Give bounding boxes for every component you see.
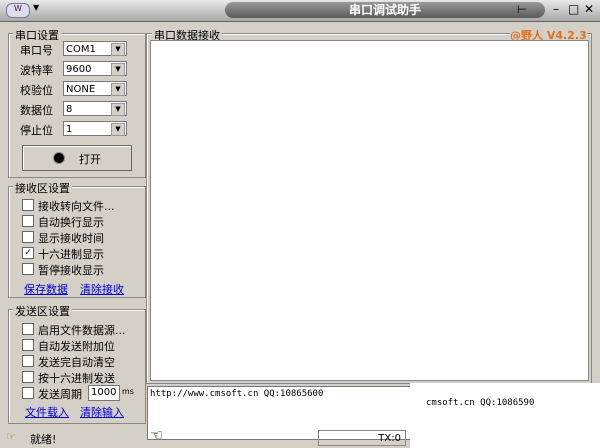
- load-file-link[interactable]: 文件载入: [25, 404, 69, 420]
- serial-row-select[interactable]: 8 ▼: [63, 101, 127, 116]
- checkbox-label: 启用文件数据源...: [38, 324, 126, 337]
- serial-row-select[interactable]: NONE ▼: [63, 81, 127, 96]
- checkbox[interactable]: [22, 231, 34, 243]
- receive-settings-title: 接收区设置: [13, 180, 72, 196]
- checkbox-label: 发送完自动清空: [38, 356, 115, 369]
- checkbox-label: 暂停接收显示: [38, 264, 104, 277]
- serial-row-select[interactable]: COM1 ▼: [63, 41, 127, 56]
- checkbox-label: 十六进制显示: [38, 248, 104, 261]
- checkbox-label: 自动发送附加位: [38, 340, 115, 353]
- chevron-down-icon: ▼: [111, 123, 125, 136]
- checkbox-label: 接收转向文件...: [38, 200, 115, 213]
- checkbox[interactable]: [22, 215, 34, 227]
- tx-counter: TX:0: [318, 430, 406, 446]
- checkbox[interactable]: [22, 355, 34, 367]
- checkbox[interactable]: ✓: [22, 247, 34, 259]
- receive-textarea[interactable]: [150, 40, 589, 381]
- chevron-down-icon: ▼: [111, 83, 125, 96]
- serial-row-label: 停止位: [20, 124, 53, 137]
- serial-settings-title: 串口设置: [13, 27, 61, 43]
- select-value: 9600: [66, 64, 92, 75]
- select-value: 1: [66, 124, 73, 135]
- app-menu-icon[interactable]: W: [6, 3, 30, 18]
- select-value: NONE: [66, 84, 96, 95]
- open-label: 打开: [79, 153, 101, 166]
- hand-pointer-icon: ☜: [150, 426, 164, 444]
- checkbox[interactable]: [22, 199, 34, 211]
- pin-icon[interactable]: ⊢: [517, 3, 527, 16]
- window-title: 串口调试助手: [225, 2, 545, 18]
- period-label: 发送周期: [38, 388, 82, 401]
- clear-input-link[interactable]: 清除输入: [80, 404, 124, 420]
- save-data-link[interactable]: 保存数据: [24, 281, 68, 297]
- period-input[interactable]: 1000: [88, 385, 120, 401]
- overlay-text: cmsoft.cn QQ:1086590: [426, 398, 535, 408]
- minimize-button[interactable]: –: [553, 2, 559, 16]
- serial-row-select[interactable]: 1 ▼: [63, 121, 127, 136]
- serial-row-label: 校验位: [20, 84, 53, 97]
- checkbox[interactable]: [22, 371, 34, 383]
- checkbox[interactable]: [22, 339, 34, 351]
- checkbox-label: 按十六进制发送: [38, 372, 115, 385]
- select-value: 8: [66, 104, 73, 115]
- overlay-patch: cmsoft.cn QQ:1086590: [410, 383, 600, 448]
- close-button[interactable]: ✕: [584, 2, 594, 16]
- checkbox-label: 自动换行显示: [38, 216, 104, 229]
- period-checkbox[interactable]: [22, 387, 34, 399]
- serial-row-label: 波特率: [20, 64, 53, 77]
- send-settings-title: 发送区设置: [13, 303, 72, 319]
- open-port-button[interactable]: 打开: [22, 145, 132, 171]
- maximize-button[interactable]: □: [568, 2, 579, 16]
- checkbox[interactable]: [22, 323, 34, 335]
- serial-row-label: 数据位: [20, 104, 53, 117]
- port-status-icon: [53, 152, 65, 164]
- checkbox[interactable]: [22, 263, 34, 275]
- checkbox-label: 显示接收时间: [38, 232, 104, 245]
- status-icon: ☞: [6, 430, 16, 443]
- serial-row-label: 串口号: [20, 44, 53, 57]
- menu-dropdown-icon[interactable]: ▼: [33, 3, 39, 12]
- clear-receive-link[interactable]: 清除接收: [80, 281, 124, 297]
- select-value: COM1: [66, 44, 96, 55]
- serial-row-select[interactable]: 9600 ▼: [63, 61, 127, 76]
- chevron-down-icon: ▼: [111, 63, 125, 76]
- chevron-down-icon: ▼: [111, 103, 125, 116]
- period-unit: ms: [122, 387, 134, 396]
- chevron-down-icon: ▼: [111, 43, 125, 56]
- title-bar: W ▼ 串口调试助手 ⊢ – □ ✕: [0, 0, 600, 22]
- status-text: 就绪!: [30, 433, 57, 446]
